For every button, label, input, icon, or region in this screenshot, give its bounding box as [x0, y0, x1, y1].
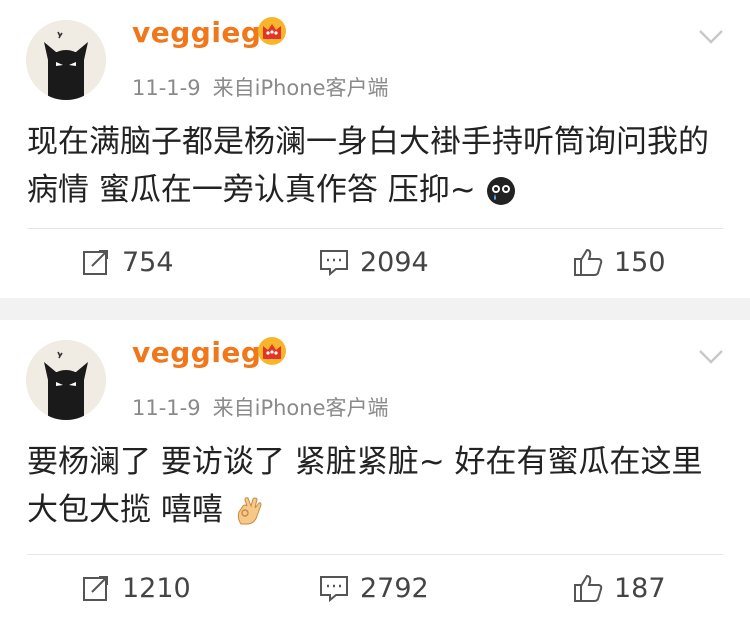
- cat-avatar-image: [26, 20, 106, 100]
- username[interactable]: veggieg: [132, 16, 261, 49]
- comment-icon: [320, 576, 348, 603]
- like-button[interactable]: 150: [572, 242, 666, 282]
- weibo-post: veggieg 11-1-9 来自iPhone客户端 要杨澜了 要访谈了 紧脏紧脏…: [0, 320, 750, 641]
- comment-count: 2094: [360, 246, 429, 278]
- like-icon: [574, 248, 603, 276]
- weibo-post: veggieg 11-1-9 来自iPhone客户端 现在满脑子都是杨澜一身白大褂…: [0, 0, 750, 298]
- post-text: 要杨澜了 要访谈了 紧脏紧脏~ 好在有蜜瓜在这里大包大揽 嘻嘻: [27, 444, 703, 528]
- post-date: 11-1-9: [132, 76, 201, 100]
- crying-face-emoji: [486, 177, 515, 205]
- crown-badge-icon: [258, 337, 286, 365]
- like-icon: [574, 574, 603, 602]
- avatar[interactable]: [26, 340, 106, 420]
- repost-icon: [83, 576, 108, 601]
- like-count: 150: [614, 246, 666, 278]
- post-text: 现在满脑子都是杨澜一身白大褂手持听筒询问我的病情 蜜瓜在一旁认真作答 压抑~: [27, 124, 709, 208]
- divider: [27, 554, 723, 555]
- repost-count: 1210: [122, 572, 191, 604]
- repost-count: 754: [122, 246, 174, 278]
- post-text-block: 现在满脑子都是杨澜一身白大褂手持听筒询问我的病情 蜜瓜在一旁认真作答 压抑~: [27, 118, 727, 214]
- avatar[interactable]: [26, 20, 106, 100]
- username[interactable]: veggieg: [132, 336, 261, 369]
- chevron-down-icon[interactable]: [698, 348, 724, 366]
- cat-avatar-image: [26, 340, 106, 420]
- repost-icon: [83, 250, 108, 275]
- post-text-block: 要杨澜了 要访谈了 紧脏紧脏~ 好在有蜜瓜在这里大包大揽 嘻嘻: [27, 438, 727, 534]
- comment-count: 2792: [360, 572, 429, 604]
- divider: [27, 228, 723, 229]
- post-meta: 11-1-9 来自iPhone客户端: [132, 72, 389, 102]
- comment-icon: [320, 250, 348, 277]
- like-count: 187: [614, 572, 666, 604]
- repost-button[interactable]: 1210: [80, 568, 191, 608]
- chevron-down-icon[interactable]: [698, 28, 724, 46]
- post-source: 来自iPhone客户端: [212, 76, 389, 100]
- post-date: 11-1-9: [132, 396, 201, 420]
- crown-badge-icon: [258, 17, 286, 45]
- ok-hand-emoji: [237, 497, 262, 525]
- comment-button[interactable]: 2094: [318, 242, 429, 282]
- post-source: 来自iPhone客户端: [212, 396, 389, 420]
- repost-button[interactable]: 754: [80, 242, 174, 282]
- like-button[interactable]: 187: [572, 568, 666, 608]
- comment-button[interactable]: 2792: [318, 568, 429, 608]
- post-meta: 11-1-9 来自iPhone客户端: [132, 392, 389, 422]
